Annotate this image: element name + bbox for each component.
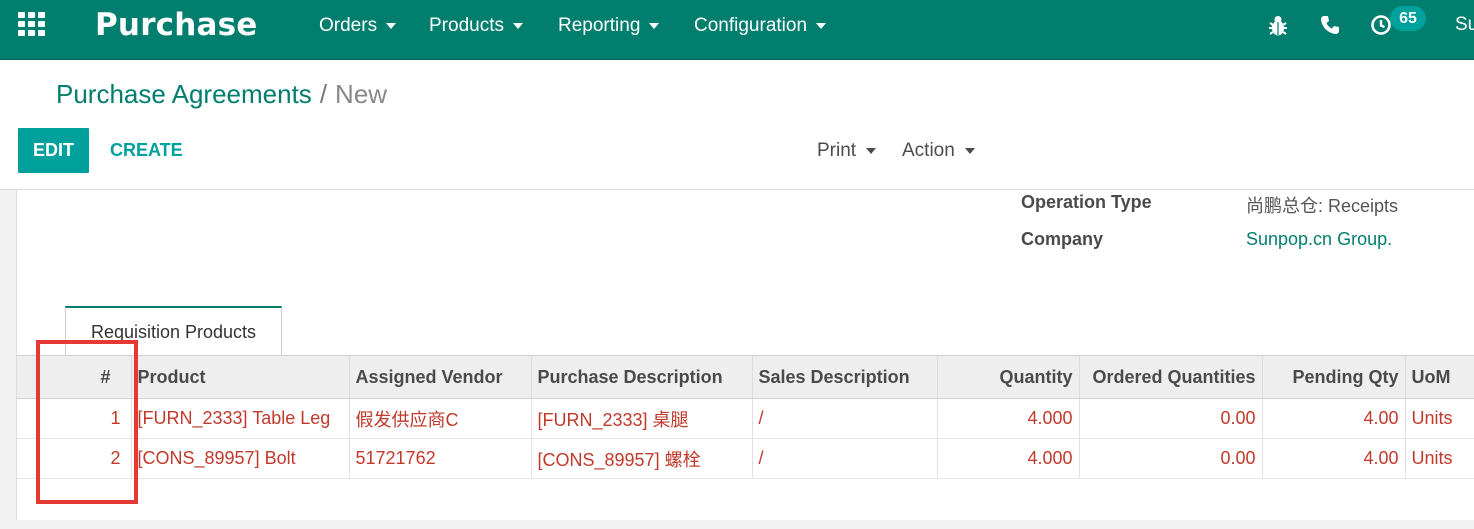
user-menu[interactable]: Su: [1455, 14, 1474, 36]
cell-pending: 4.00: [1262, 438, 1406, 479]
cell-purchase-description: [CONS_89957] 螺栓: [531, 438, 753, 479]
column-header-sales-description[interactable]: Sales Description: [752, 356, 938, 399]
company-value-link[interactable]: Sunpop.cn Group.: [1246, 229, 1392, 250]
breadcrumb: Purchase Agreements / New: [56, 79, 387, 110]
cell-sales-description: /: [752, 398, 938, 439]
menu-label: Orders: [319, 15, 378, 36]
cell-vendor: 假发供应商C: [349, 398, 532, 439]
chevron-down-icon: [386, 23, 397, 29]
column-header-uom[interactable]: UoM: [1405, 356, 1474, 399]
chevron-down-icon: [649, 23, 660, 29]
column-header-product[interactable]: Product: [131, 356, 350, 399]
column-header-purchase-description[interactable]: Purchase Description: [531, 356, 753, 399]
cell-purchase-description: [FURN_2333] 桌腿: [531, 398, 753, 439]
column-header-seq[interactable]: #: [17, 356, 132, 399]
company-label: Company: [1021, 229, 1104, 249]
menu-label: Products: [429, 15, 504, 36]
menu-label: Reporting: [558, 15, 641, 36]
activity-clock-icon[interactable]: [1370, 14, 1392, 36]
cell-sales-description: /: [752, 438, 938, 479]
menu-reporting[interactable]: Reporting: [558, 15, 660, 37]
action-label: Action: [902, 139, 955, 161]
app-name[interactable]: Purchase: [95, 7, 258, 43]
chevron-down-icon: [866, 147, 877, 154]
cell-uom: Units: [1405, 438, 1474, 479]
menu-orders[interactable]: Orders: [319, 15, 397, 37]
cell-ordered: 0.00: [1079, 438, 1263, 479]
cell-seq: 2: [17, 438, 132, 479]
cell-product: [CONS_89957] Bolt: [131, 438, 350, 479]
action-dropdown[interactable]: Action: [902, 128, 975, 173]
menu-configuration[interactable]: Configuration: [694, 15, 827, 37]
table-header-row: # Product Assigned Vendor Purchase Descr…: [17, 356, 1474, 399]
column-header-pending[interactable]: Pending Qty: [1262, 356, 1406, 399]
phone-icon[interactable]: [1320, 15, 1340, 35]
edit-button[interactable]: EDIT: [18, 128, 89, 173]
column-header-quantity[interactable]: Quantity: [937, 356, 1080, 399]
menu-products[interactable]: Products: [429, 15, 523, 37]
control-panel: Purchase Agreements / New EDIT CREATE Prin…: [0, 60, 1474, 190]
chevron-down-icon: [816, 23, 827, 29]
create-button[interactable]: CREATE: [110, 128, 183, 173]
print-label: Print: [817, 139, 857, 161]
requisition-lines-table: # Product Assigned Vendor Purchase Descr…: [17, 356, 1474, 479]
table-row[interactable]: 1 [FURN_2333] Table Leg 假发供应商C [FURN_233…: [17, 398, 1474, 439]
breadcrumb-current: New: [335, 79, 388, 109]
table-row[interactable]: 2 [CONS_89957] Bolt 51721762 [CONS_89957…: [17, 438, 1474, 479]
print-dropdown[interactable]: Print: [817, 128, 877, 173]
apps-grid-icon[interactable]: [18, 12, 46, 36]
breadcrumb-separator: /: [319, 79, 328, 109]
menu-label: Configuration: [694, 15, 808, 36]
column-header-ordered[interactable]: Ordered Quantities: [1079, 356, 1263, 399]
cell-seq: 1: [17, 398, 132, 439]
cell-quantity: 4.000: [937, 398, 1080, 439]
form-sheet: Operation Type 尚鹏总仓: Receipts Company Su…: [16, 190, 1474, 520]
cell-uom: Units: [1405, 398, 1474, 439]
cell-product: [FURN_2333] Table Leg: [131, 398, 350, 439]
bug-icon[interactable]: [1267, 14, 1289, 38]
tab-label: Requisition Products: [90, 321, 257, 342]
cell-ordered: 0.00: [1079, 398, 1263, 439]
breadcrumb-parent-link[interactable]: Purchase Agreements: [56, 79, 312, 109]
operation-type-label: Operation Type: [1021, 192, 1152, 212]
chevron-down-icon: [512, 23, 523, 29]
operation-type-value[interactable]: 尚鹏总仓: Receipts: [1246, 192, 1398, 218]
cell-vendor: 51721762: [349, 438, 532, 479]
column-header-vendor[interactable]: Assigned Vendor: [349, 356, 532, 399]
cell-quantity: 4.000: [937, 438, 1080, 479]
cell-pending: 4.00: [1262, 398, 1406, 439]
top-navbar: Purchase Orders Products Reporting Confi…: [0, 0, 1474, 59]
activity-count-badge[interactable]: 65: [1390, 6, 1426, 31]
chevron-down-icon: [964, 147, 975, 154]
tab-requisition-products[interactable]: Requisition Products: [65, 306, 282, 356]
